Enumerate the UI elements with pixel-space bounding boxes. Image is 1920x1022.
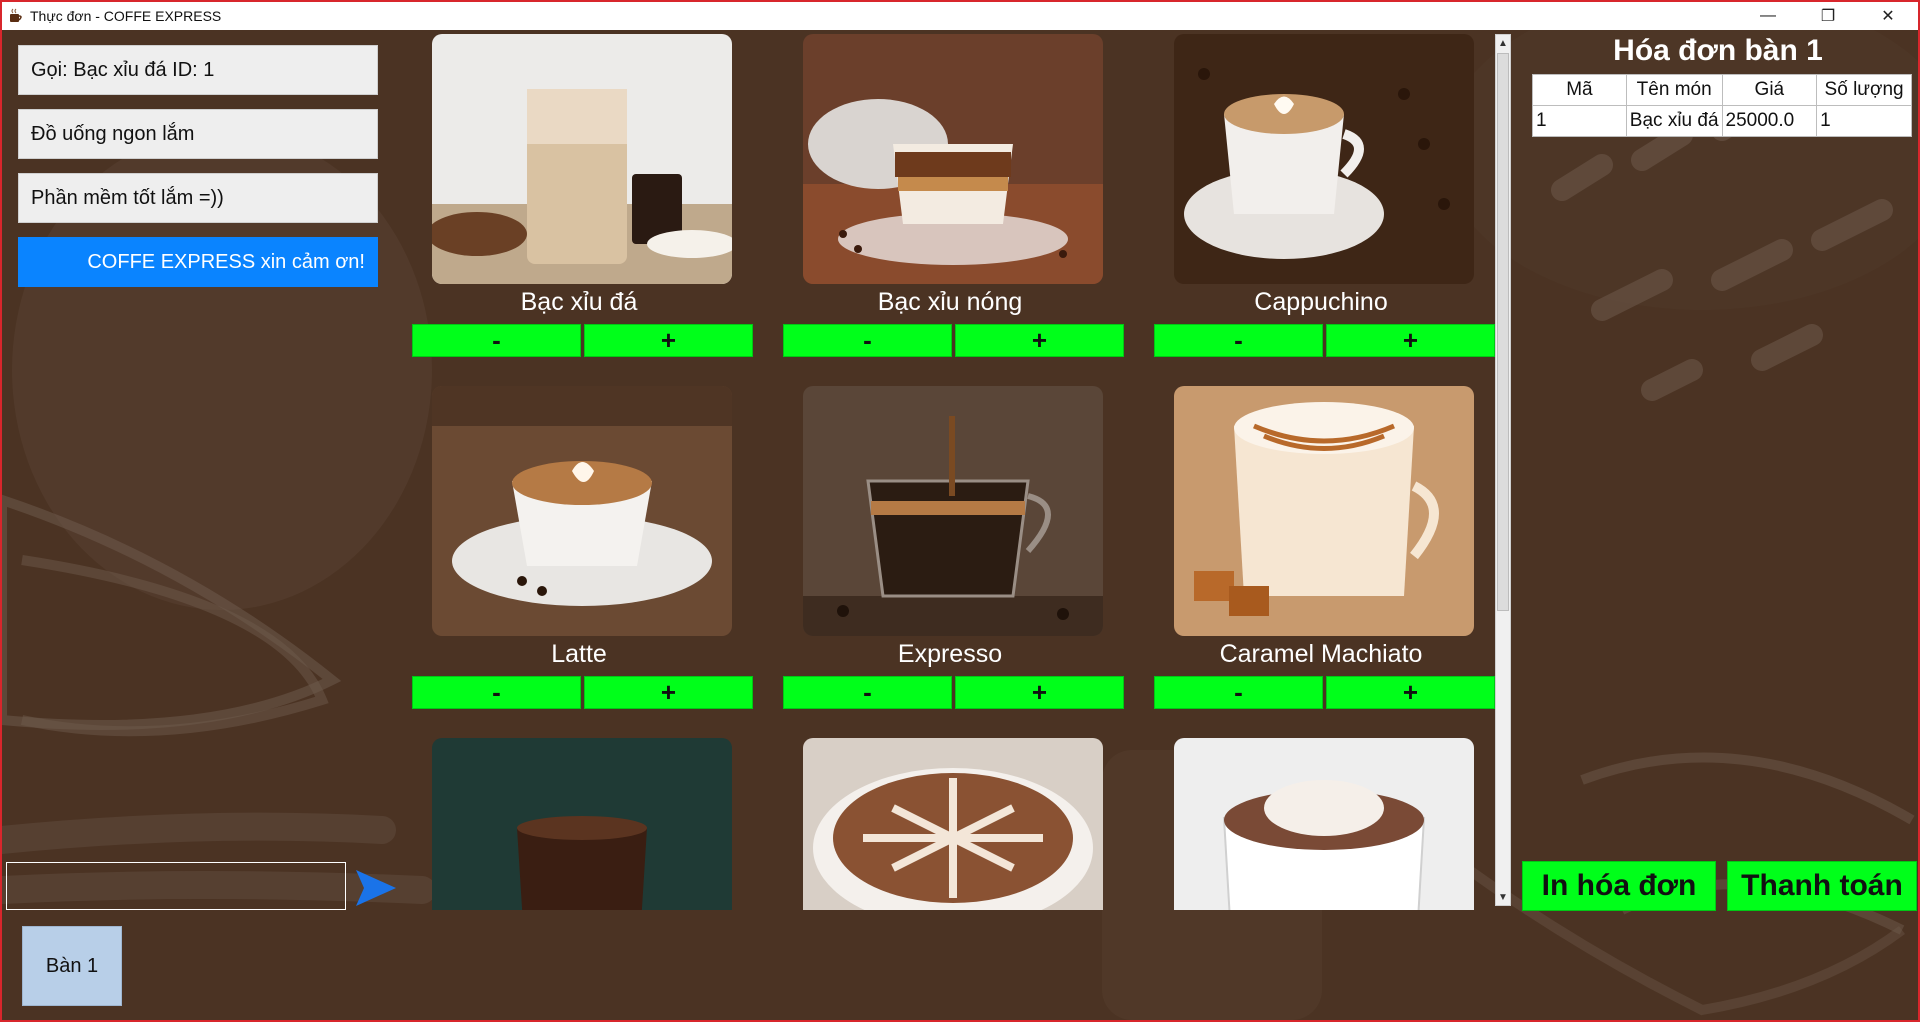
cell-quantity[interactable]: 1 [1816,105,1912,137]
coffee-app-icon [10,8,22,22]
decrease-button[interactable]: - [1154,676,1323,709]
iced-coffee-photo [432,34,732,284]
cell-price[interactable]: 25000.0 [1721,105,1818,137]
hot-layered-coffee-photo [803,34,1103,284]
table-row[interactable]: 1 Bạc xỉu đá 25000.0 1 [1532,105,1912,137]
increase-button[interactable]: + [955,324,1124,357]
column-header[interactable]: Giá [1721,74,1818,106]
scroll-thumb[interactable] [1497,53,1509,611]
column-header[interactable]: Tên món [1625,74,1723,106]
espresso-photo [803,386,1103,636]
menu-item-name: Bạc xỉu đá [520,288,638,316]
app-window: Thực đơn - COFFE EXPRESS — ❐ ✕ Gọi: Bạc … [0,0,1920,1022]
decrease-button[interactable]: - [412,676,581,709]
chat-input[interactable] [6,862,346,910]
invoice-table: Mã Tên món Giá Số lượng 1 Bạc xỉu đá 250… [1532,74,1912,137]
chat-message: Gọi: Bạc xỉu đá ID: 1 [18,45,378,95]
increase-button[interactable]: + [584,324,753,357]
send-arrow-icon[interactable] [352,866,400,910]
increase-button[interactable]: + [1326,676,1495,709]
table-button-1[interactable]: Bàn 1 [22,926,122,1006]
decrease-button[interactable]: - [783,676,952,709]
chat-message: Phần mềm tốt lắm =)) [18,173,378,223]
window-title: Thực đơn - COFFE EXPRESS [30,8,222,24]
main-content: Gọi: Bạc xỉu đá ID: 1 Đồ uống ngon lắm P… [2,30,1918,1020]
decrease-button[interactable]: - [1154,324,1323,357]
menu-item-name: Caramel Machiato [1219,640,1423,668]
cell-name[interactable]: Bạc xỉu đá [1625,105,1723,137]
maximize-button[interactable]: ❐ [1798,2,1858,30]
increase-button[interactable]: + [955,676,1124,709]
scroll-up-icon[interactable]: ▲ [1496,35,1510,51]
latte-photo [432,386,732,636]
invoice-title: Hóa đơn bàn 1 [1613,34,1823,67]
menu-item-name: Bạc xỉu nóng [877,288,1023,316]
menu-item-name: Expresso [897,640,1003,668]
print-invoice-button[interactable]: In hóa đơn [1522,861,1716,911]
chat-message: Đồ uống ngon lắm [18,109,378,159]
close-button[interactable]: ✕ [1858,2,1918,30]
menu-scrollbar[interactable]: ▲ ▼ [1495,34,1511,906]
decrease-button[interactable]: - [412,324,581,357]
menu-item-name: Cappuchino [1254,288,1388,316]
hot-chocolate-photo [1174,738,1474,910]
chat-message-highlight: COFFE EXPRESS xin cảm ơn! [18,237,378,287]
title-bar: Thực đơn - COFFE EXPRESS — ❐ ✕ [2,2,1918,30]
menu-item-name: Latte [551,640,607,668]
menu-grid: Bạc xỉu đá - + Bạc xỉu nóng - + Cappuchi… [408,34,1496,910]
column-header[interactable]: Số lượng [1816,74,1912,106]
invoice-header-row: Mã Tên món Giá Số lượng [1532,74,1912,106]
cell-code[interactable]: 1 [1532,105,1627,137]
window-controls: — ❐ ✕ [1738,2,1918,30]
decrease-button[interactable]: - [783,324,952,357]
pay-button[interactable]: Thanh toán [1727,861,1917,911]
increase-button[interactable]: + [584,676,753,709]
cappuccino-photo [1174,34,1474,284]
scroll-down-icon[interactable]: ▼ [1496,889,1510,905]
minimize-button[interactable]: — [1738,2,1798,30]
caramel-macchiato-photo [1174,386,1474,636]
column-header[interactable]: Mã [1532,74,1627,106]
increase-button[interactable]: + [1326,324,1495,357]
iced-black-coffee-photo [432,738,732,910]
mocha-photo [803,738,1103,910]
